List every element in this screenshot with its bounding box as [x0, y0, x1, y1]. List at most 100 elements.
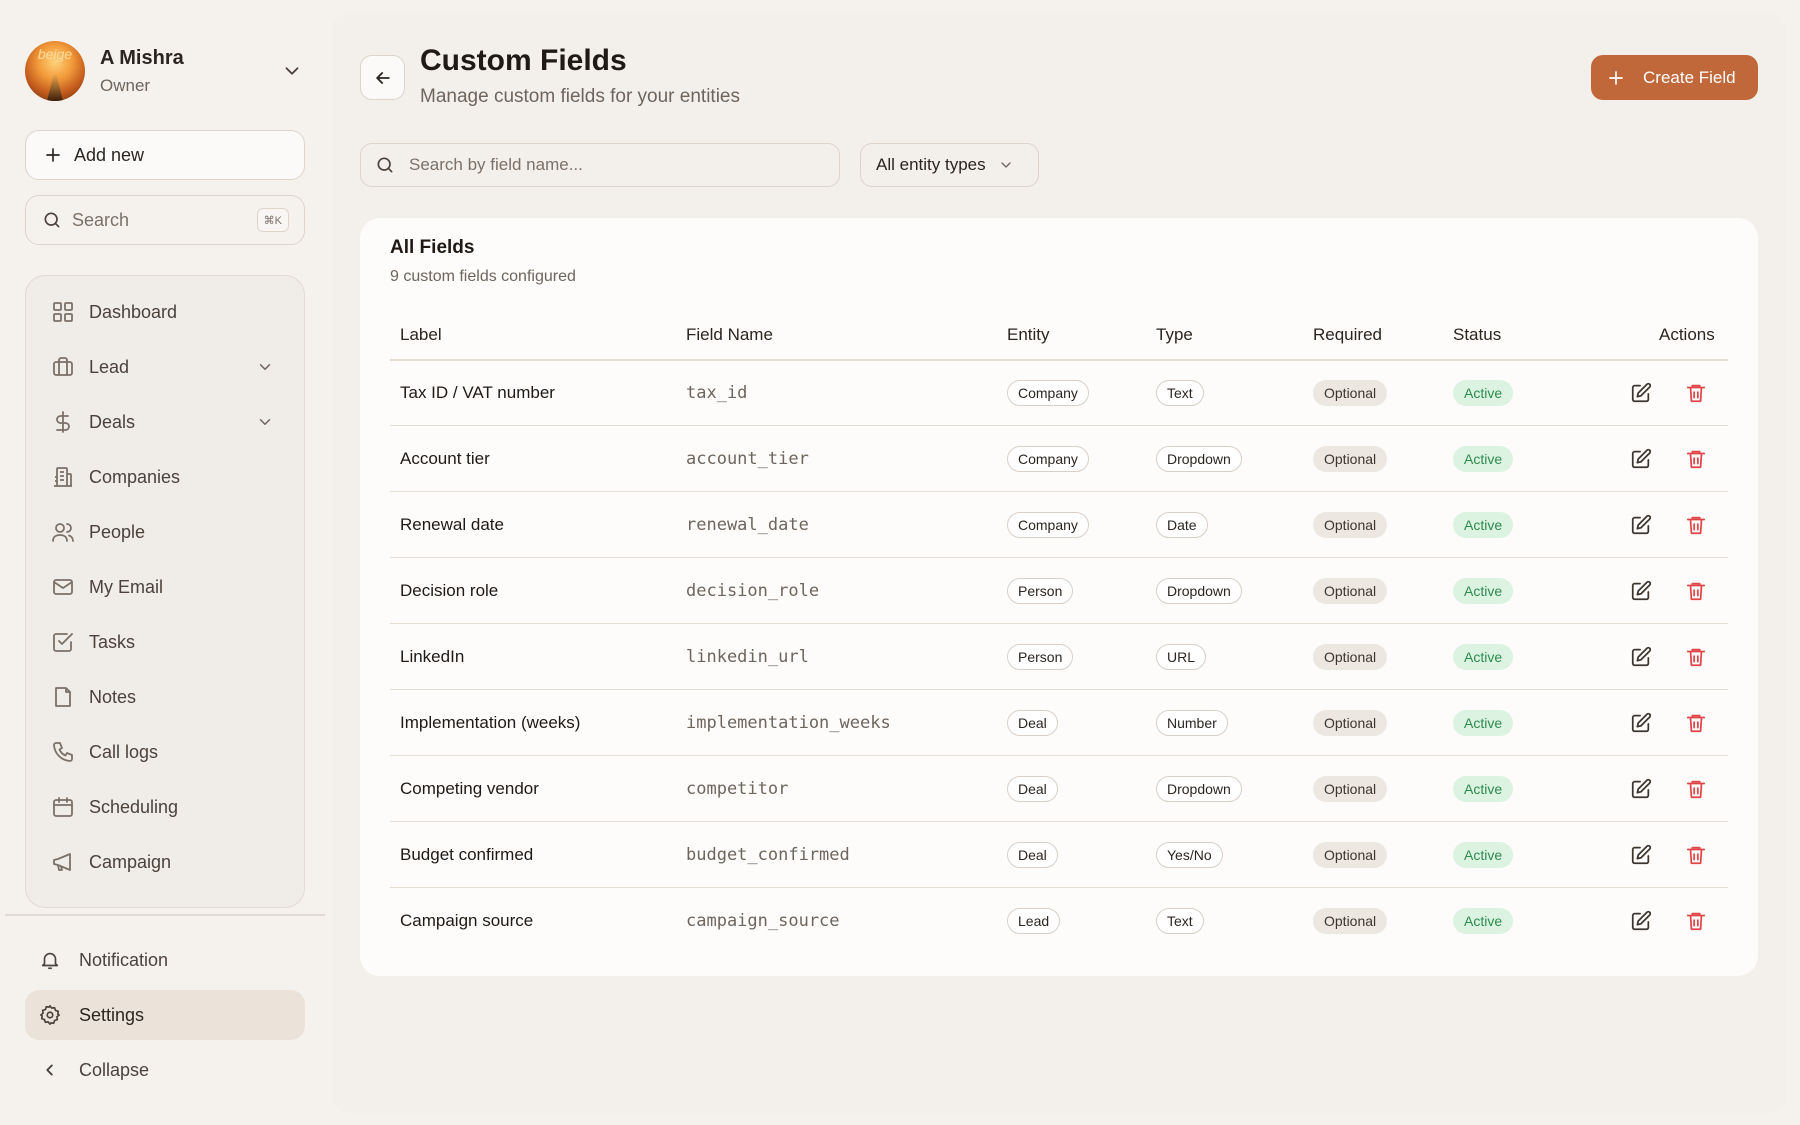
- column-header-actions: Actions: [1659, 325, 1715, 344]
- field-search-input[interactable]: Search by field name...: [360, 143, 840, 187]
- sidebar-item-settings[interactable]: Settings: [25, 990, 305, 1040]
- chevron-down-icon[interactable]: [256, 358, 274, 376]
- field-label: Competing vendor: [400, 779, 539, 798]
- calendar-icon: [53, 797, 73, 817]
- sidebar-search-placeholder: Search: [72, 209, 130, 230]
- sidebar-item-call-logs[interactable]: Call logs: [26, 730, 304, 774]
- table-row: Decision role decision_role Person Dropdown…: [390, 558, 1728, 624]
- chevron-left-icon: [46, 1064, 53, 1076]
- table-row: Tax ID / VAT number tax_id Company Text Opti…: [390, 360, 1728, 426]
- gear-icon: [40, 1005, 60, 1025]
- plus-icon: [1609, 70, 1623, 85]
- entity-type-select[interactable]: All entity types: [860, 143, 1039, 187]
- profile-switcher[interactable]: beige A Mishra Owner: [25, 40, 305, 102]
- table-row: Account tier account_tier Company Dropdown O…: [390, 426, 1728, 492]
- sidebar-item-deals[interactable]: Deals: [26, 400, 304, 444]
- type-badge: Number: [1156, 710, 1228, 736]
- field-name: decision_role: [686, 581, 820, 601]
- add-new-button[interactable]: Add new: [25, 130, 305, 180]
- status-badge: Active: [1453, 578, 1514, 604]
- sidebar-search-input[interactable]: Search ⌘K: [25, 195, 305, 245]
- type-badge: Text: [1156, 380, 1204, 406]
- sidebar-item-lead[interactable]: Lead: [26, 345, 304, 389]
- sidebar-item-label: My Email: [89, 576, 164, 597]
- table-row: Competing vendor competitor Deal Dropdown Op…: [390, 756, 1728, 822]
- chevron-down-icon[interactable]: [281, 60, 303, 82]
- sidebar-item-my-email[interactable]: My Email: [26, 565, 304, 609]
- field-name: implementation_weeks: [686, 713, 891, 733]
- entity-badge: Deal: [1007, 710, 1058, 736]
- sidebar-item-label: Notification: [79, 949, 169, 970]
- sidebar-item-tasks[interactable]: Tasks: [26, 620, 304, 664]
- trash-icon[interactable]: [1685, 382, 1707, 404]
- users-icon: [52, 523, 74, 542]
- required-badge: Optional: [1313, 710, 1388, 736]
- trash-icon[interactable]: [1685, 514, 1707, 536]
- edit-icon[interactable]: [1630, 580, 1652, 602]
- table-row: Campaign source campaign_source Lead Text Op…: [390, 888, 1728, 954]
- table-row: Renewal date renewal_date Company Date Optio…: [390, 492, 1728, 558]
- column-header-entity: Entity: [1007, 325, 1050, 344]
- search-icon: [44, 212, 60, 228]
- sidebar-item-label: Settings: [79, 1004, 145, 1025]
- table-row: LinkedIn linkedin_url Person URL Optional Act…: [390, 624, 1728, 690]
- status-badge: Active: [1453, 380, 1514, 406]
- shortcut-badge: ⌘K: [256, 208, 289, 232]
- field-label: Campaign source: [400, 911, 534, 930]
- field-label: LinkedIn: [400, 647, 465, 666]
- type-badge: Text: [1156, 908, 1204, 934]
- note-icon: [55, 687, 71, 707]
- field-name: linkedin_url: [686, 647, 809, 667]
- edit-icon[interactable]: [1630, 844, 1652, 866]
- edit-icon[interactable]: [1630, 382, 1652, 404]
- sidebar-item-label: Lead: [89, 356, 130, 377]
- sidebar-item-notification[interactable]: Notification: [25, 935, 305, 985]
- trash-icon[interactable]: [1685, 448, 1707, 470]
- trash-icon[interactable]: [1685, 712, 1707, 734]
- field-label: Account tier: [400, 449, 490, 468]
- required-badge: Optional: [1313, 776, 1388, 802]
- trash-icon[interactable]: [1685, 778, 1707, 800]
- back-button[interactable]: [360, 55, 405, 100]
- sidebar-item-scheduling[interactable]: Scheduling: [26, 785, 304, 829]
- edit-icon[interactable]: [1630, 778, 1652, 800]
- edit-icon[interactable]: [1630, 712, 1652, 734]
- required-badge: Optional: [1313, 578, 1388, 604]
- arrow-left-icon: [375, 71, 390, 84]
- sidebar: beige A Mishra Owner Add new Search ⌘K D…: [0, 0, 330, 1125]
- search-icon: [377, 157, 393, 173]
- trash-icon[interactable]: [1685, 844, 1707, 866]
- edit-icon[interactable]: [1630, 646, 1652, 668]
- sidebar-item-label: People: [89, 521, 146, 542]
- sidebar-item-companies[interactable]: Companies: [26, 455, 304, 499]
- edit-icon[interactable]: [1630, 910, 1652, 932]
- sidebar-item-label: Deals: [89, 411, 136, 432]
- sidebar-item-label: Collapse: [79, 1059, 150, 1080]
- trash-icon[interactable]: [1685, 580, 1707, 602]
- status-badge: Active: [1453, 842, 1514, 868]
- trash-icon[interactable]: [1685, 646, 1707, 668]
- sidebar-collapse-button[interactable]: Collapse: [25, 1045, 305, 1095]
- edit-icon[interactable]: [1630, 514, 1652, 536]
- create-field-button[interactable]: Create Field: [1591, 55, 1758, 100]
- entity-badge: Person: [1007, 644, 1074, 670]
- trash-icon[interactable]: [1685, 910, 1707, 932]
- entity-badge: Deal: [1007, 776, 1058, 802]
- status-badge: Active: [1453, 644, 1514, 670]
- page-subtitle: Manage custom fields for your entities: [420, 86, 740, 107]
- add-new-label: Add new: [74, 144, 145, 165]
- avatar: beige: [25, 41, 85, 101]
- sidebar-item-notes[interactable]: Notes: [26, 675, 304, 719]
- column-header-status: Status: [1453, 325, 1502, 344]
- entity-badge: Person: [1007, 578, 1074, 604]
- edit-icon[interactable]: [1630, 448, 1652, 470]
- required-badge: Optional: [1313, 842, 1388, 868]
- sidebar-item-dashboard[interactable]: Dashboard: [26, 290, 304, 334]
- sidebar-item-people[interactable]: People: [26, 510, 304, 554]
- mail-icon: [53, 579, 73, 595]
- type-badge: Date: [1156, 512, 1208, 538]
- chevron-down-icon[interactable]: [256, 413, 274, 431]
- megaphone-icon: [53, 853, 71, 871]
- sidebar-item-campaign[interactable]: Campaign: [26, 840, 304, 884]
- column-header-required: Required: [1313, 325, 1382, 344]
